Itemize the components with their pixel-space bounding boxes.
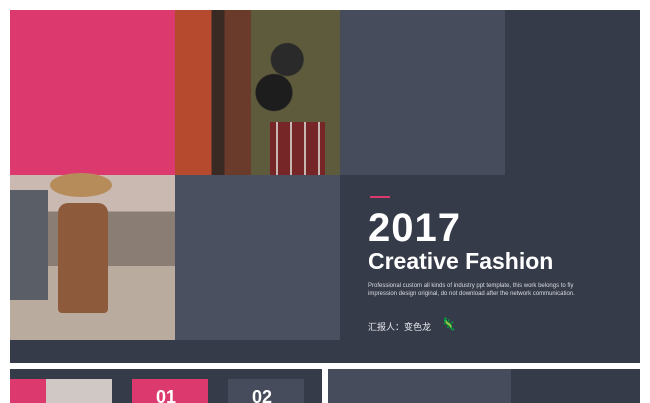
thumb-photo: [46, 379, 112, 403]
title-slide: 2017 Creative Fashion Professional custo…: [10, 10, 640, 363]
slate-block-lower: [175, 175, 340, 340]
next-slide-thumbnail-left: 01 02: [10, 369, 322, 403]
camera-photo: [175, 10, 340, 175]
next-slide-thumbnail-right: [328, 369, 640, 403]
pink-block: [10, 10, 175, 175]
accent-line: [370, 196, 390, 198]
slide-description: Professional custom all kinds of industr…: [368, 283, 575, 297]
guitar-photo: [10, 173, 175, 340]
badge-02: 02: [252, 387, 273, 403]
year-heading: 2017: [368, 206, 461, 250]
thumb-pink-block: [10, 379, 46, 403]
badge-01: 01: [156, 387, 177, 403]
truck-shape: [10, 190, 48, 300]
slate-block: [340, 10, 505, 175]
reporter-label: 汇报人：变色龙: [368, 322, 432, 332]
chameleon-icon: 🦎: [441, 317, 456, 331]
slide-title: Creative Fashion: [368, 248, 554, 274]
thumb-slate-block: [328, 369, 511, 403]
